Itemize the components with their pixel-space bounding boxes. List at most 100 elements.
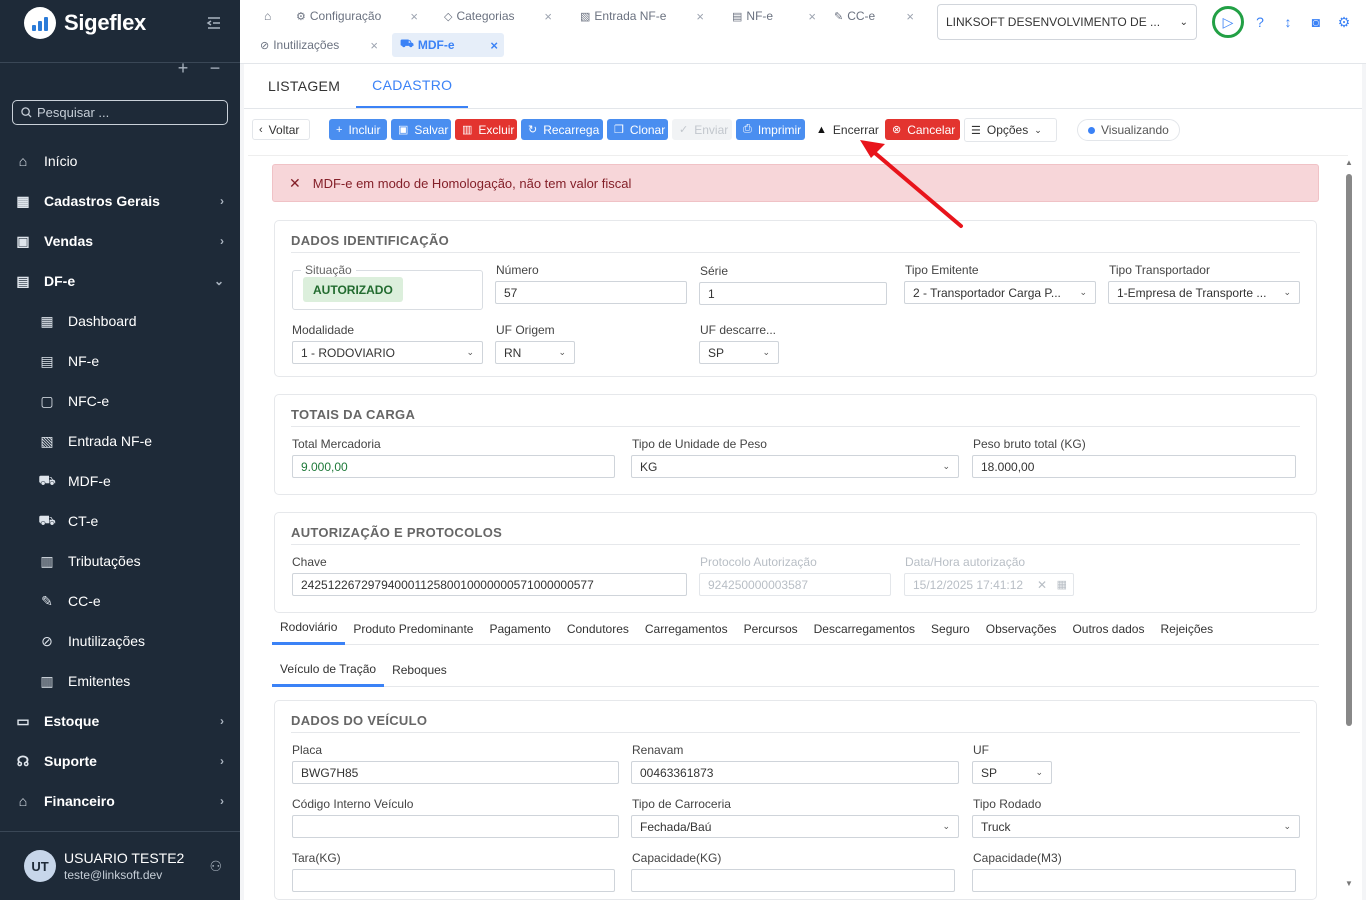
peso-bruto-field[interactable]: 18.000,00 xyxy=(972,455,1296,478)
tab-rodoviario[interactable]: Rodoviário xyxy=(272,612,346,645)
clear-icon[interactable]: ✕ xyxy=(1037,578,1047,592)
incluir-button[interactable]: + Incluir xyxy=(329,119,387,140)
tab-condutores[interactable]: Condutores xyxy=(559,612,637,645)
protocolo-field[interactable]: 924250000003587 xyxy=(699,573,891,596)
cancelar-button[interactable]: ⊗ Cancelar xyxy=(885,119,960,140)
logout-icon[interactable]: ⚇ xyxy=(209,858,222,875)
tab-pagamento[interactable]: Pagamento xyxy=(481,612,558,645)
collapse-sidebar-icon[interactable] xyxy=(204,13,224,33)
close-icon[interactable]: × xyxy=(696,9,704,24)
enviar-button[interactable]: ✓ Enviar xyxy=(672,119,732,140)
tab-home[interactable]: ⌂ xyxy=(256,4,279,28)
scrollbar-thumb[interactable] xyxy=(1346,174,1352,726)
sidebar-item-suporte[interactable]: ☊ Suporte › xyxy=(0,741,240,781)
uf-descarregamento-select[interactable]: SP ⌄ xyxy=(699,341,779,364)
sidebar-item-cce[interactable]: ✎ CC-e xyxy=(0,581,240,621)
tab-listagem[interactable]: LISTAGEM xyxy=(252,64,356,108)
renavam-field[interactable]: 00463361873 xyxy=(631,761,959,784)
gear-icon[interactable]: ⚙ xyxy=(1330,6,1358,38)
help-icon[interactable]: ? xyxy=(1246,6,1274,38)
sidebar-item-inicio[interactable]: ⌂ Início xyxy=(0,141,240,181)
tipo-unidade-select[interactable]: KG ⌄ xyxy=(631,455,959,478)
sidebar-item-vendas[interactable]: ▣ Vendas › xyxy=(0,221,240,261)
sidebar-item-nfce[interactable]: ▢ NFC-e xyxy=(0,381,240,421)
serie-field[interactable]: 1 xyxy=(699,282,887,305)
tab-veiculo-tracao[interactable]: Veículo de Tração xyxy=(272,653,385,687)
vertical-arrows-icon[interactable]: ↕ xyxy=(1274,6,1302,38)
expand-all-icon[interactable]: + xyxy=(174,58,192,79)
sidebar-item-entrada-nfe[interactable]: ▧ Entrada NF-e xyxy=(0,421,240,461)
tipo-transportador-select[interactable]: 1-Empresa de Transporte ... ⌄ xyxy=(1108,281,1300,304)
robot-icon[interactable]: ◙ xyxy=(1302,6,1330,38)
uf-select[interactable]: SP ⌄ xyxy=(972,761,1052,784)
modalidade-select[interactable]: 1 - RODOVIARIO ⌄ xyxy=(292,341,483,364)
sidebar-search[interactable] xyxy=(12,100,228,125)
encerrar-button[interactable]: ▲ Encerrar xyxy=(809,119,882,140)
capacidade-kg-field[interactable] xyxy=(631,869,955,892)
close-icon[interactable]: × xyxy=(808,9,816,24)
sidebar-item-cadastros-gerais[interactable]: ▦ Cadastros Gerais › xyxy=(0,181,240,221)
uf-origem-select[interactable]: RN ⌄ xyxy=(495,341,575,364)
tab-percursos[interactable]: Percursos xyxy=(736,612,806,645)
tab-cce[interactable]: ✎ CC-e × xyxy=(826,4,920,28)
collapse-all-icon[interactable]: − xyxy=(206,58,224,79)
placa-field[interactable]: BWG7H85 xyxy=(292,761,619,784)
close-icon[interactable]: ✕ xyxy=(289,175,301,192)
close-icon[interactable]: × xyxy=(544,9,552,24)
close-icon[interactable]: × xyxy=(410,9,418,24)
codigo-interno-field[interactable] xyxy=(292,815,619,838)
opcoes-dropdown[interactable]: ☰ Opções ⌄ xyxy=(964,118,1057,142)
sidebar-item-inutilizacoes[interactable]: ⊘ Inutilizações xyxy=(0,621,240,661)
scroll-down-icon[interactable]: ▼ xyxy=(1345,879,1353,888)
tab-carregamentos[interactable]: Carregamentos xyxy=(637,612,736,645)
user-panel[interactable]: UT USUARIO TESTE2 teste@linksoft.dev ⚇ xyxy=(0,831,240,900)
clonar-button[interactable]: ❐ Clonar xyxy=(607,119,668,140)
sidebar-item-mdfe[interactable]: ⛟ MDF-e xyxy=(0,461,240,501)
tab-produto-predominante[interactable]: Produto Predominante xyxy=(345,612,481,645)
sidebar-item-dashboard[interactable]: ▦ Dashboard xyxy=(0,301,240,341)
numero-field[interactable]: 57 xyxy=(495,281,687,304)
close-icon[interactable]: × xyxy=(906,9,914,24)
tab-seguro[interactable]: Seguro xyxy=(923,612,978,645)
sidebar-item-estoque[interactable]: ▭ Estoque › xyxy=(0,701,240,741)
company-select[interactable]: LINKSOFT DESENVOLVIMENTO DE ... ⌄ xyxy=(937,4,1197,40)
close-icon[interactable]: × xyxy=(490,38,498,53)
sidebar-item-cte[interactable]: ⛟ CT-e xyxy=(0,501,240,541)
tab-entrada-nfe[interactable]: ▧ Entrada NF-e × xyxy=(572,4,710,28)
close-icon[interactable]: × xyxy=(370,38,378,53)
play-circle-icon[interactable]: ▷ xyxy=(1212,6,1244,38)
tara-field[interactable] xyxy=(292,869,615,892)
recarrega-button[interactable]: ↻ Recarrega xyxy=(521,119,603,140)
calendar-icon[interactable]: ▦ xyxy=(1057,578,1067,591)
tab-descarregamentos[interactable]: Descarregamentos xyxy=(806,612,923,645)
sidebar-item-financeiro[interactable]: ⌂ Financeiro › xyxy=(0,781,240,821)
total-mercadoria-field[interactable]: 9.000,00 xyxy=(292,455,615,478)
sidebar-item-nfe[interactable]: ▤ NF-e xyxy=(0,341,240,381)
sidebar-item-emitentes[interactable]: ▥ Emitentes xyxy=(0,661,240,701)
tab-configuracao[interactable]: ⚙ Configuração × xyxy=(288,4,424,28)
tab-cadastro[interactable]: CADASTRO xyxy=(356,64,469,108)
sidebar-item-tributacoes[interactable]: ▥ Tributações xyxy=(0,541,240,581)
tipo-emitente-select[interactable]: 2 - Transportador Carga P... ⌄ xyxy=(904,281,1096,304)
tab-observacoes[interactable]: Observações xyxy=(978,612,1065,645)
chave-field[interactable]: 2425122672979400011258001000000057100000… xyxy=(292,573,687,596)
tab-nfe[interactable]: ▤ NF-e × xyxy=(724,4,822,28)
tipo-rodado-select[interactable]: Truck ⌄ xyxy=(972,815,1300,838)
imprimir-button[interactable]: ⎙ Imprimir xyxy=(736,119,805,140)
tab-rejeicoes[interactable]: Rejeições xyxy=(1152,612,1221,645)
salvar-button[interactable]: ▣ Salvar xyxy=(391,119,451,140)
tipo-carroceria-select[interactable]: Fechada/Baú ⌄ xyxy=(631,815,959,838)
tab-inutilizacoes[interactable]: ⊘ Inutilizações × xyxy=(252,33,384,57)
scrollbar[interactable]: ▲ ▼ xyxy=(1344,156,1354,888)
sidebar-item-dfe[interactable]: ▤ DF-e ⌄ xyxy=(0,261,240,301)
excluir-button[interactable]: ▥ Excluir xyxy=(455,119,517,140)
capacidade-m3-field[interactable] xyxy=(972,869,1296,892)
scroll-up-icon[interactable]: ▲ xyxy=(1345,158,1353,167)
tab-mdfe[interactable]: ⛟ MDF-e × xyxy=(392,33,504,57)
search-input[interactable] xyxy=(37,105,217,120)
data-autorizacao-field[interactable]: 15/12/2025 17:41:12 ✕ ▦ xyxy=(904,573,1074,596)
tab-outros-dados[interactable]: Outros dados xyxy=(1064,612,1152,645)
voltar-button[interactable]: ‹ Voltar xyxy=(252,119,310,140)
tab-reboques[interactable]: Reboques xyxy=(384,653,455,687)
tab-categorias[interactable]: ◇ Categorias × xyxy=(436,4,558,28)
